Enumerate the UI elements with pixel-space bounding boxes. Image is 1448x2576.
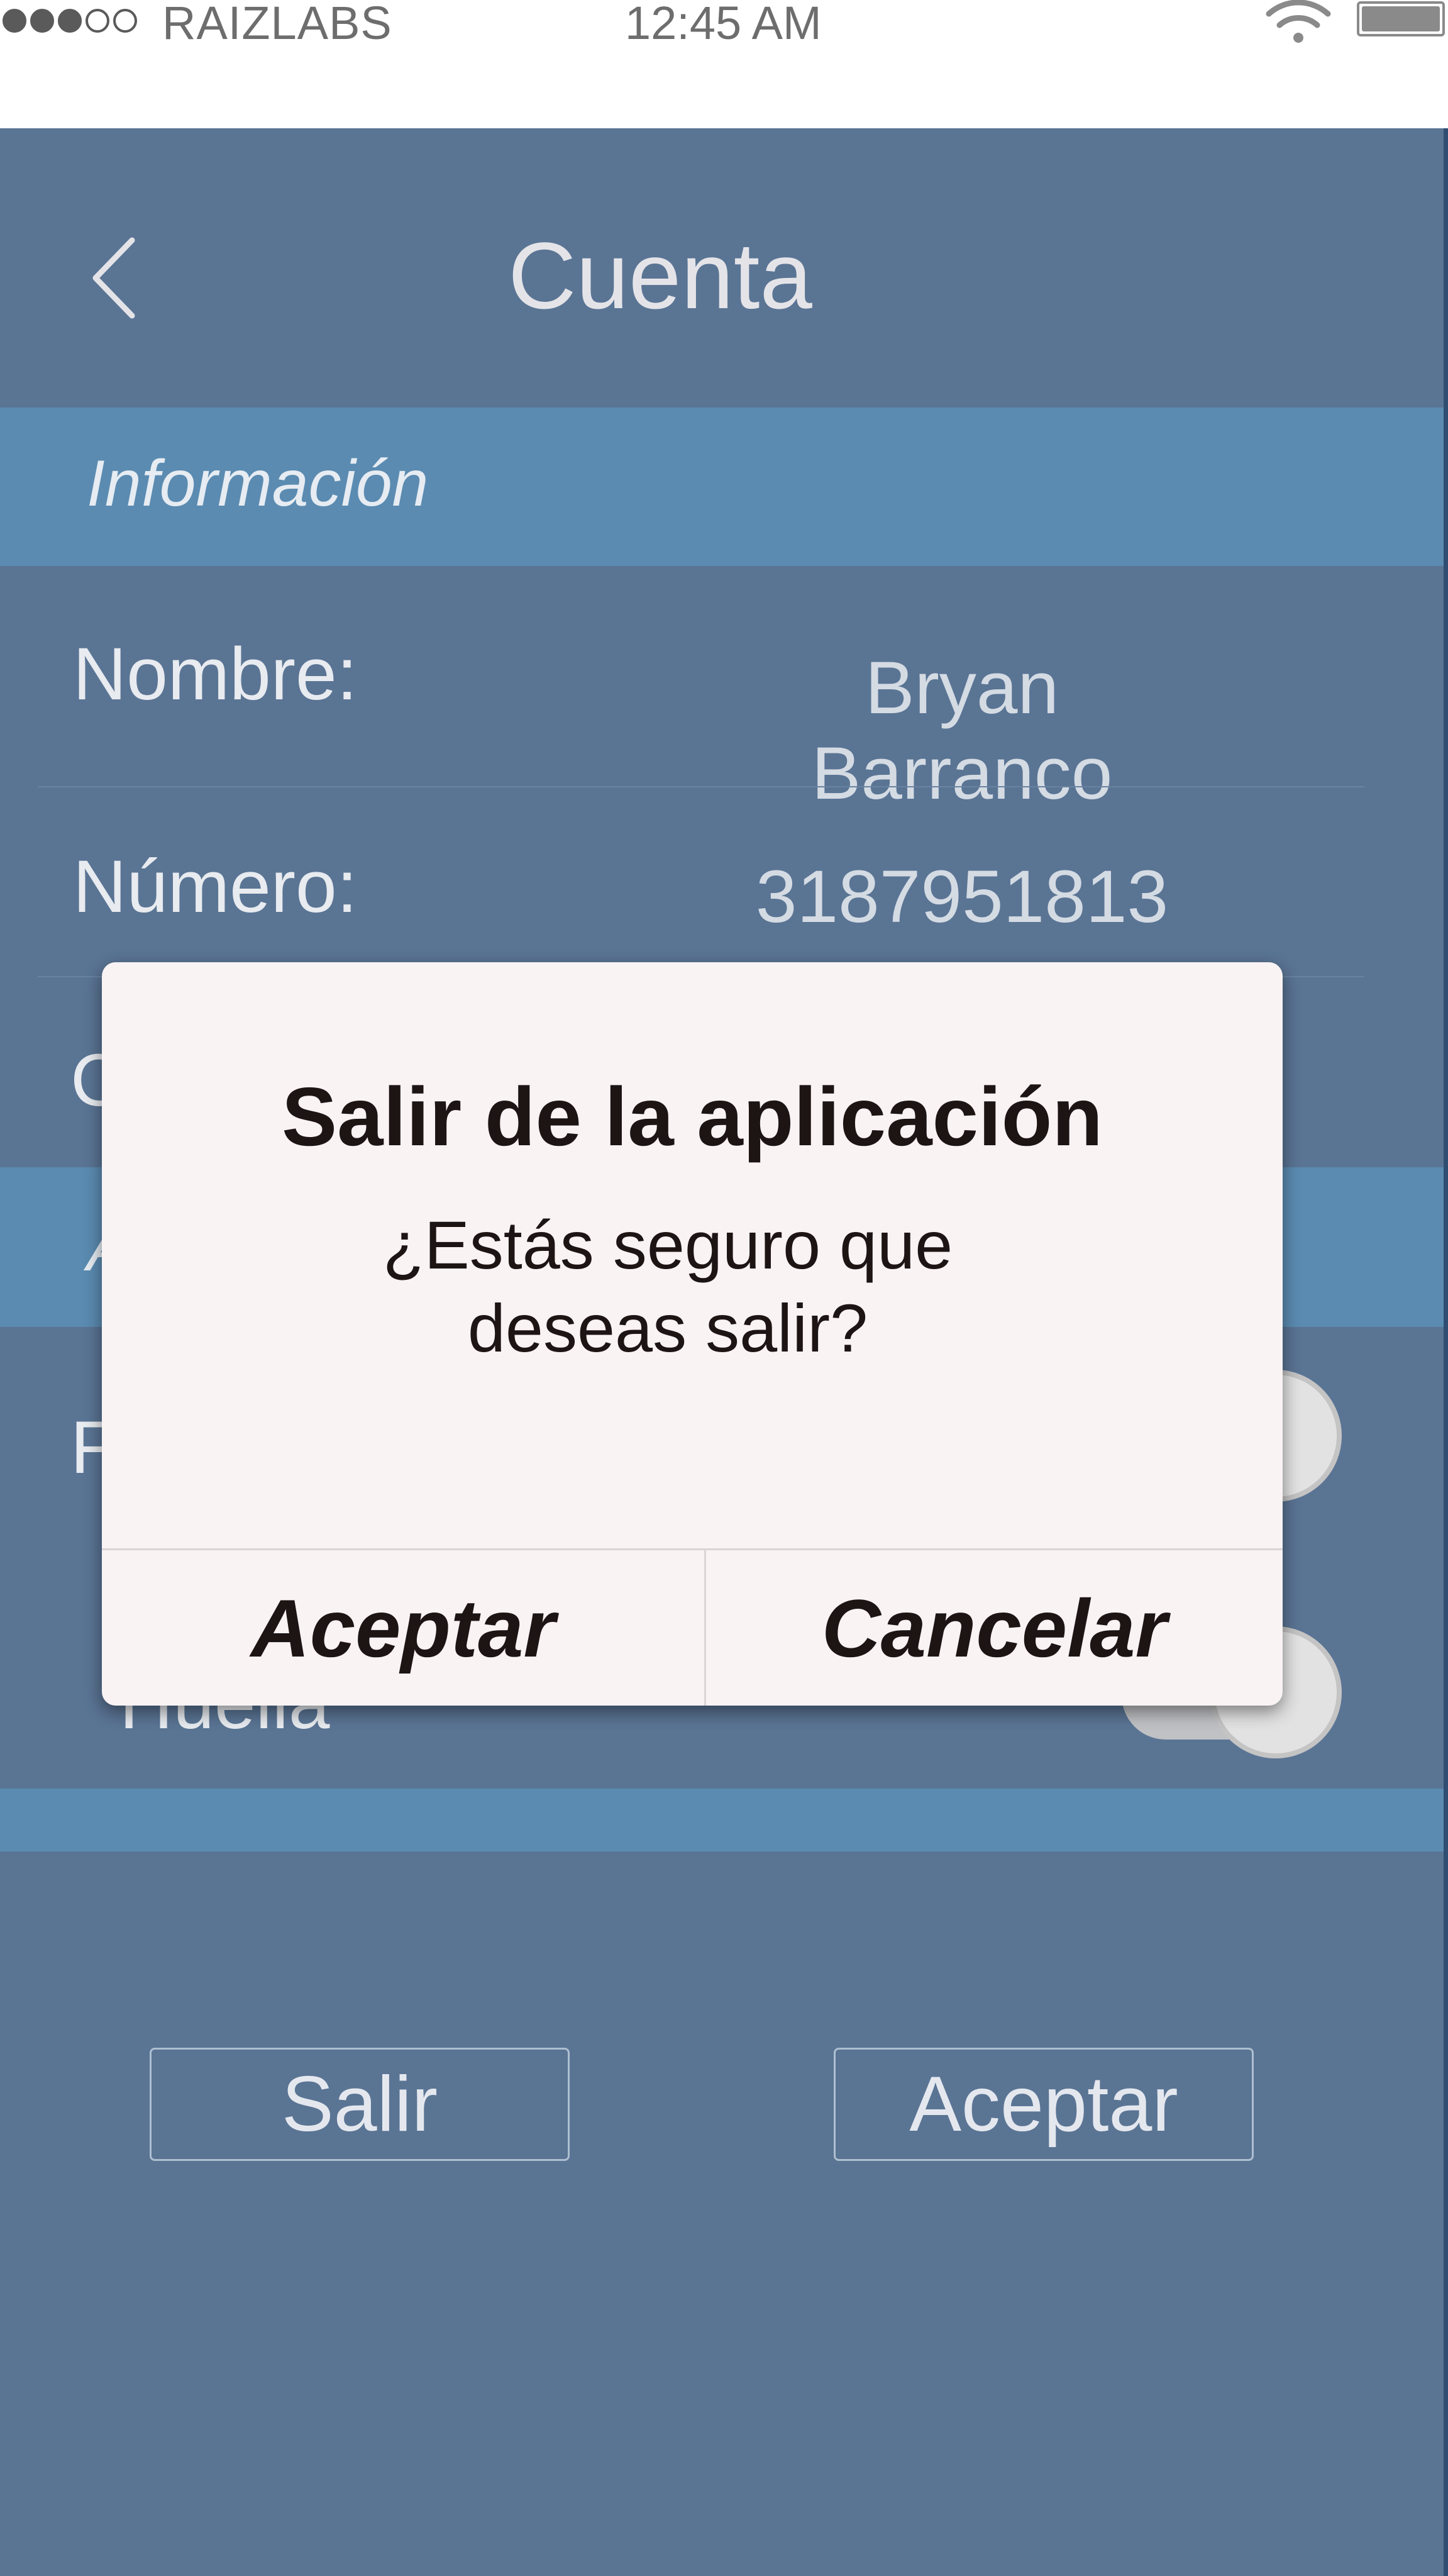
signal-strength-icon [3, 9, 137, 33]
battery-icon [1357, 1, 1445, 36]
signal-dot [58, 9, 82, 33]
dialog-title: Salir de la aplicación [282, 1070, 1103, 1163]
status-bar: RAIZLABS 12:45 AM [0, 0, 1448, 128]
section-label: Información [87, 447, 429, 520]
accept-button[interactable]: Aceptar [834, 2048, 1254, 2161]
exit-dialog: Salir de la aplicación ¿Estás seguro que… [102, 962, 1283, 1706]
exit-button[interactable]: Salir [150, 2048, 570, 2161]
signal-dot [30, 9, 54, 33]
row-divider [38, 786, 1364, 787]
phone-screen: RAIZLABS 12:45 AM Cuenta Información Nom… [0, 0, 1448, 2576]
dialog-message: ¿Estás seguro que deseas salir? [382, 1207, 953, 1366]
number-label: Número: [73, 845, 358, 928]
number-value: 3187951813 [755, 855, 1169, 938]
info-section-header: Información [0, 408, 1444, 566]
status-time: 12:45 AM [625, 0, 822, 49]
dialog-cancel-button[interactable]: Cancelar [706, 1550, 1283, 1706]
signal-dot [113, 9, 137, 33]
wifi-icon [1266, 0, 1331, 43]
carrier-name: RAIZLABS [162, 0, 392, 49]
name-value: Bryan Barranco [811, 647, 1113, 815]
dialog-confirm-button[interactable]: Aceptar [102, 1550, 704, 1706]
signal-dot [86, 9, 109, 33]
battery-level [1362, 6, 1440, 31]
signal-dot [3, 9, 26, 33]
page-title: Cuenta [508, 223, 812, 328]
screen-edge [1444, 128, 1448, 2576]
name-label: Nombre: [73, 633, 358, 716]
footer-bar [0, 1789, 1444, 1852]
